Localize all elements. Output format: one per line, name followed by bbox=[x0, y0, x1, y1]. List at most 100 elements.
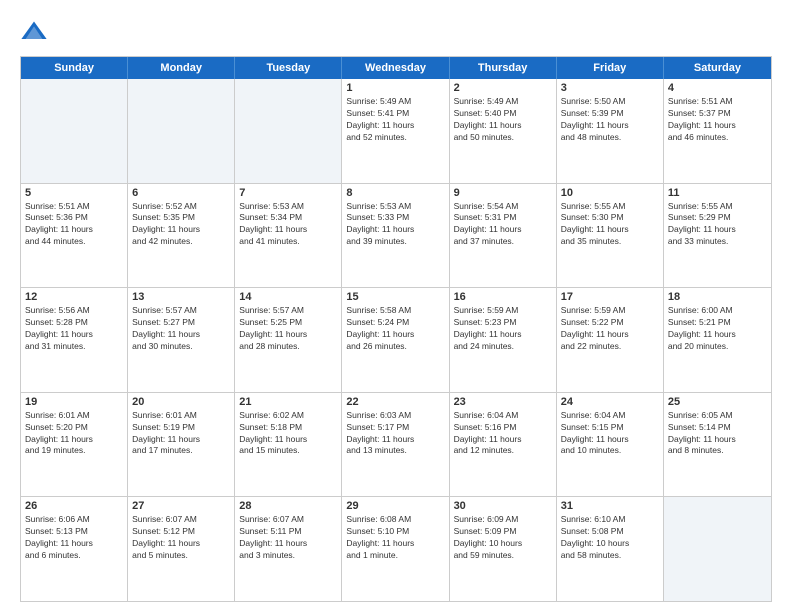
day-info: Sunrise: 5:51 AM Sunset: 5:36 PM Dayligh… bbox=[25, 201, 123, 249]
day-number: 31 bbox=[561, 500, 659, 512]
day-number: 4 bbox=[668, 82, 767, 94]
day-cell: 31 Sunrise: 6:10 AM Sunset: 5:08 PM Dayli… bbox=[557, 497, 664, 601]
day-number: 15 bbox=[346, 291, 444, 303]
day-cell: 1 Sunrise: 5:49 AM Sunset: 5:41 PM Daylig… bbox=[342, 79, 449, 183]
day-cell: 10 Sunrise: 5:55 AM Sunset: 5:30 PM Dayli… bbox=[557, 184, 664, 288]
page: SundayMondayTuesdayWednesdayThursdayFrid… bbox=[0, 0, 792, 612]
day-info: Sunrise: 5:56 AM Sunset: 5:28 PM Dayligh… bbox=[25, 305, 123, 353]
day-info: Sunrise: 6:10 AM Sunset: 5:08 PM Dayligh… bbox=[561, 514, 659, 562]
day-info: Sunrise: 6:06 AM Sunset: 5:13 PM Dayligh… bbox=[25, 514, 123, 562]
day-info: Sunrise: 6:03 AM Sunset: 5:17 PM Dayligh… bbox=[346, 410, 444, 458]
day-cell: 6 Sunrise: 5:52 AM Sunset: 5:35 PM Daylig… bbox=[128, 184, 235, 288]
day-cell: 2Sunrise: 5:49 AM Sunset: 5:40 PM Daylig… bbox=[450, 79, 557, 183]
day-info: Sunrise: 6:01 AM Sunset: 5:19 PM Dayligh… bbox=[132, 410, 230, 458]
day-number: 8 bbox=[346, 187, 444, 199]
day-cell: 11 Sunrise: 5:55 AM Sunset: 5:29 PM Dayli… bbox=[664, 184, 771, 288]
day-number: 9 bbox=[454, 187, 552, 199]
day-cell: 4 Sunrise: 5:51 AM Sunset: 5:37 PM Daylig… bbox=[664, 79, 771, 183]
day-info: Sunrise: 5:53 AM Sunset: 5:33 PM Dayligh… bbox=[346, 201, 444, 249]
day-info: Sunrise: 6:07 AM Sunset: 5:12 PM Dayligh… bbox=[132, 514, 230, 562]
calendar-row: 12 Sunrise: 5:56 AM Sunset: 5:28 PM Dayli… bbox=[21, 287, 771, 392]
day-cell: 22 Sunrise: 6:03 AM Sunset: 5:17 PM Dayli… bbox=[342, 393, 449, 497]
logo-icon bbox=[20, 18, 48, 46]
day-info: Sunrise: 5:52 AM Sunset: 5:35 PM Dayligh… bbox=[132, 201, 230, 249]
day-number: 27 bbox=[132, 500, 230, 512]
day-info: Sunrise: 5:55 AM Sunset: 5:30 PM Dayligh… bbox=[561, 201, 659, 249]
day-number: 26 bbox=[25, 500, 123, 512]
day-number: 19 bbox=[25, 396, 123, 408]
day-info: Sunrise: 6:02 AM Sunset: 5:18 PM Dayligh… bbox=[239, 410, 337, 458]
day-number: 22 bbox=[346, 396, 444, 408]
day-cell: 8 Sunrise: 5:53 AM Sunset: 5:33 PM Daylig… bbox=[342, 184, 449, 288]
day-number: 29 bbox=[346, 500, 444, 512]
calendar-row: 1 Sunrise: 5:49 AM Sunset: 5:41 PM Daylig… bbox=[21, 79, 771, 183]
day-number: 21 bbox=[239, 396, 337, 408]
day-info: Sunrise: 5:50 AM Sunset: 5:39 PM Dayligh… bbox=[561, 96, 659, 144]
day-cell: 19 Sunrise: 6:01 AM Sunset: 5:20 PM Dayli… bbox=[21, 393, 128, 497]
day-cell: 25 Sunrise: 6:05 AM Sunset: 5:14 PM Dayli… bbox=[664, 393, 771, 497]
day-number: 18 bbox=[668, 291, 767, 303]
calendar: SundayMondayTuesdayWednesdayThursdayFrid… bbox=[20, 56, 772, 602]
day-cell: 29 Sunrise: 6:08 AM Sunset: 5:10 PM Dayli… bbox=[342, 497, 449, 601]
day-number: 1 bbox=[346, 82, 444, 94]
day-number: 14 bbox=[239, 291, 337, 303]
day-info: Sunrise: 5:51 AM Sunset: 5:37 PM Dayligh… bbox=[668, 96, 767, 144]
calendar-row: 26 Sunrise: 6:06 AM Sunset: 5:13 PM Dayli… bbox=[21, 496, 771, 601]
day-info: Sunrise: 6:01 AM Sunset: 5:20 PM Dayligh… bbox=[25, 410, 123, 458]
day-cell: 5Sunrise: 5:51 AM Sunset: 5:36 PM Daylig… bbox=[21, 184, 128, 288]
day-info: Sunrise: 6:04 AM Sunset: 5:16 PM Dayligh… bbox=[454, 410, 552, 458]
day-number: 20 bbox=[132, 396, 230, 408]
day-number: 25 bbox=[668, 396, 767, 408]
day-number: 16 bbox=[454, 291, 552, 303]
day-number: 12 bbox=[25, 291, 123, 303]
calendar-row: 5Sunrise: 5:51 AM Sunset: 5:36 PM Daylig… bbox=[21, 183, 771, 288]
calendar-body: 1 Sunrise: 5:49 AM Sunset: 5:41 PM Daylig… bbox=[21, 79, 771, 601]
day-number: 13 bbox=[132, 291, 230, 303]
day-cell: 17 Sunrise: 5:59 AM Sunset: 5:22 PM Dayli… bbox=[557, 288, 664, 392]
day-info: Sunrise: 6:04 AM Sunset: 5:15 PM Dayligh… bbox=[561, 410, 659, 458]
weekday-header: Thursday bbox=[450, 57, 557, 79]
day-number: 2 bbox=[454, 82, 552, 94]
day-cell: 15Sunrise: 5:58 AM Sunset: 5:24 PM Dayli… bbox=[342, 288, 449, 392]
day-cell: 16Sunrise: 5:59 AM Sunset: 5:23 PM Dayli… bbox=[450, 288, 557, 392]
weekday-header: Tuesday bbox=[235, 57, 342, 79]
empty-cell bbox=[235, 79, 342, 183]
calendar-header: SundayMondayTuesdayWednesdayThursdayFrid… bbox=[21, 57, 771, 79]
day-info: Sunrise: 5:54 AM Sunset: 5:31 PM Dayligh… bbox=[454, 201, 552, 249]
day-info: Sunrise: 5:59 AM Sunset: 5:22 PM Dayligh… bbox=[561, 305, 659, 353]
day-number: 11 bbox=[668, 187, 767, 199]
day-cell: 23 Sunrise: 6:04 AM Sunset: 5:16 PM Dayli… bbox=[450, 393, 557, 497]
weekday-header: Monday bbox=[128, 57, 235, 79]
day-cell: 3 Sunrise: 5:50 AM Sunset: 5:39 PM Daylig… bbox=[557, 79, 664, 183]
empty-cell bbox=[21, 79, 128, 183]
weekday-header: Sunday bbox=[21, 57, 128, 79]
day-info: Sunrise: 6:08 AM Sunset: 5:10 PM Dayligh… bbox=[346, 514, 444, 562]
day-info: Sunrise: 6:05 AM Sunset: 5:14 PM Dayligh… bbox=[668, 410, 767, 458]
day-cell: 13 Sunrise: 5:57 AM Sunset: 5:27 PM Dayli… bbox=[128, 288, 235, 392]
day-info: Sunrise: 5:49 AM Sunset: 5:41 PM Dayligh… bbox=[346, 96, 444, 144]
day-info: Sunrise: 6:00 AM Sunset: 5:21 PM Dayligh… bbox=[668, 305, 767, 353]
day-number: 3 bbox=[561, 82, 659, 94]
day-cell: 18 Sunrise: 6:00 AM Sunset: 5:21 PM Dayli… bbox=[664, 288, 771, 392]
day-number: 17 bbox=[561, 291, 659, 303]
day-number: 23 bbox=[454, 396, 552, 408]
day-cell: 7 Sunrise: 5:53 AM Sunset: 5:34 PM Daylig… bbox=[235, 184, 342, 288]
day-cell: 28 Sunrise: 6:07 AM Sunset: 5:11 PM Dayli… bbox=[235, 497, 342, 601]
day-cell: 21 Sunrise: 6:02 AM Sunset: 5:18 PM Dayli… bbox=[235, 393, 342, 497]
calendar-row: 19 Sunrise: 6:01 AM Sunset: 5:20 PM Dayli… bbox=[21, 392, 771, 497]
empty-cell bbox=[664, 497, 771, 601]
weekday-header: Wednesday bbox=[342, 57, 449, 79]
day-info: Sunrise: 5:57 AM Sunset: 5:25 PM Dayligh… bbox=[239, 305, 337, 353]
day-info: Sunrise: 5:57 AM Sunset: 5:27 PM Dayligh… bbox=[132, 305, 230, 353]
day-info: Sunrise: 5:53 AM Sunset: 5:34 PM Dayligh… bbox=[239, 201, 337, 249]
day-info: Sunrise: 6:09 AM Sunset: 5:09 PM Dayligh… bbox=[454, 514, 552, 562]
day-info: Sunrise: 5:55 AM Sunset: 5:29 PM Dayligh… bbox=[668, 201, 767, 249]
day-cell: 20 Sunrise: 6:01 AM Sunset: 5:19 PM Dayli… bbox=[128, 393, 235, 497]
day-number: 28 bbox=[239, 500, 337, 512]
day-number: 10 bbox=[561, 187, 659, 199]
day-number: 7 bbox=[239, 187, 337, 199]
day-info: Sunrise: 6:07 AM Sunset: 5:11 PM Dayligh… bbox=[239, 514, 337, 562]
empty-cell bbox=[128, 79, 235, 183]
day-number: 6 bbox=[132, 187, 230, 199]
day-cell: 30Sunrise: 6:09 AM Sunset: 5:09 PM Dayli… bbox=[450, 497, 557, 601]
